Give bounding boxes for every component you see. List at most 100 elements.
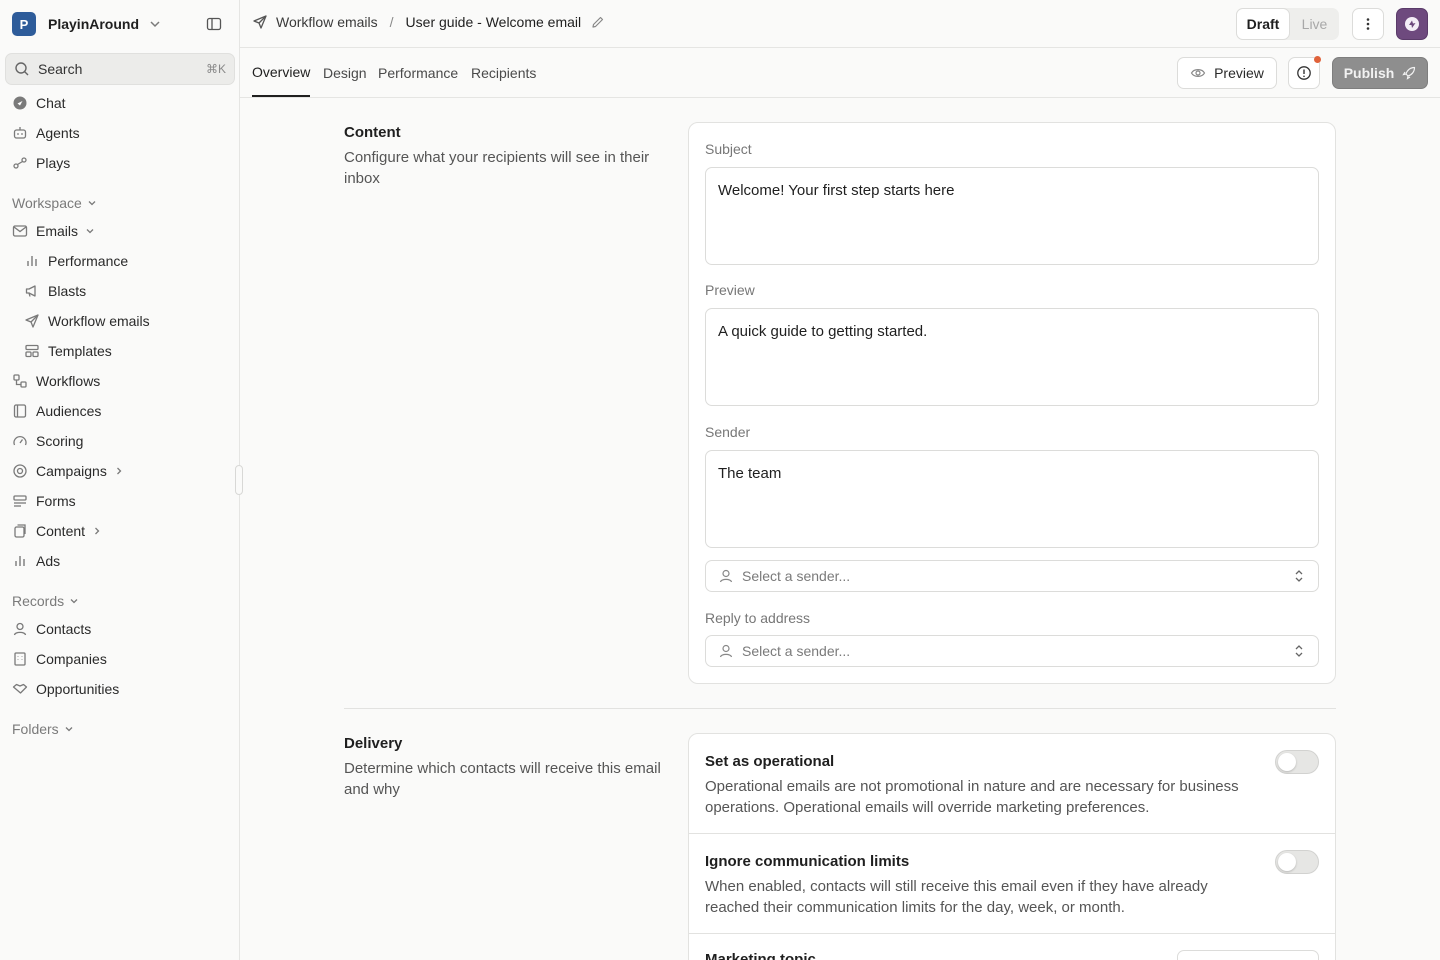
- search-icon: [14, 61, 30, 77]
- publish-button[interactable]: Publish: [1332, 57, 1428, 89]
- sidebar-item-audiences[interactable]: Audiences: [12, 399, 101, 423]
- assistant-button[interactable]: [1396, 8, 1428, 40]
- sidebar-item-label: Performance: [48, 253, 129, 269]
- sidebar-item-emails[interactable]: Emails: [12, 219, 96, 243]
- search-input[interactable]: Search ⌘K: [5, 53, 235, 85]
- tab-bar: Overview Design Performance Recipients P…: [240, 49, 1440, 98]
- tab-performance[interactable]: Performance: [378, 49, 458, 97]
- sidebar-item-companies[interactable]: Companies: [12, 647, 107, 671]
- section-divider: [344, 708, 1336, 709]
- sidebar-item-contacts[interactable]: Contacts: [12, 617, 91, 641]
- breadcrumb: Workflow emails / User guide - Welcome e…: [252, 14, 605, 30]
- search-label: Search: [38, 61, 83, 77]
- mail-icon: [12, 223, 28, 239]
- sidebar-item-label: Opportunities: [36, 681, 120, 697]
- workspace-switcher[interactable]: P PlayinAround: [12, 12, 228, 36]
- bar-chart-icon: [24, 253, 40, 269]
- marketing-topic-select[interactable]: [1177, 950, 1319, 960]
- page-title: User guide - Welcome email: [405, 14, 582, 30]
- preview-label: Preview: [705, 282, 755, 298]
- top-bar: Workflow emails / User guide - Welcome e…: [240, 0, 1440, 48]
- sidebar-item-workflow-emails[interactable]: Workflow emails: [24, 309, 150, 333]
- content-section-description: Configure what your recipients will see …: [344, 149, 650, 187]
- preview-field[interactable]: A quick guide to getting started.: [705, 308, 1319, 406]
- sidebar-item-ads[interactable]: Ads: [12, 549, 60, 573]
- sidebar-item-label: Companies: [36, 651, 107, 667]
- sender-name-field[interactable]: The team: [705, 450, 1319, 548]
- chevron-right-icon: [91, 525, 103, 537]
- tab-overview[interactable]: Overview: [252, 49, 311, 97]
- sidebar-item-label: Contacts: [36, 621, 92, 637]
- template-icon: [24, 343, 40, 359]
- toggle-knob: [1278, 753, 1296, 771]
- alert-circle-icon: [1296, 65, 1312, 81]
- sidebar-item-label: Campaigns: [36, 463, 107, 479]
- sidebar-item-label: Ads: [36, 553, 61, 569]
- chevron-up-down-icon: [1292, 569, 1306, 583]
- section-records[interactable]: Records: [12, 591, 80, 611]
- operational-toggle[interactable]: [1275, 750, 1319, 774]
- user-icon: [718, 568, 734, 584]
- sender-select[interactable]: Select a sender...: [705, 560, 1319, 592]
- delivery-card: Set as operational Operational emails ar…: [688, 733, 1336, 960]
- sidebar-item-label: Plays: [36, 155, 71, 171]
- sidebar-item-templates[interactable]: Templates: [24, 339, 112, 363]
- assistant-chat-icon: [1403, 15, 1421, 33]
- sidebar-item-blasts[interactable]: Blasts: [24, 279, 86, 303]
- delivery-section-description: Determine which contacts will receive th…: [344, 760, 661, 798]
- more-options-button[interactable]: [1352, 8, 1384, 40]
- breadcrumb-parent-link[interactable]: Workflow emails: [276, 14, 378, 30]
- sidebar-resize-handle[interactable]: [235, 465, 243, 495]
- workspace-avatar: P: [12, 12, 36, 36]
- sidebar-item-label: Content: [36, 523, 86, 539]
- form-icon: [12, 493, 28, 509]
- sidebar-item-forms[interactable]: Forms: [12, 489, 76, 513]
- sidebar-item-chat[interactable]: Chat: [12, 91, 66, 115]
- sidebar-item-label: Forms: [36, 493, 76, 509]
- sidebar-item-content[interactable]: Content: [12, 519, 103, 543]
- sidebar-item-label: Workflows: [36, 373, 101, 389]
- search-shortcut: ⌘K: [205, 62, 226, 76]
- sidebar-item-label: Chat: [36, 95, 66, 111]
- rocket-icon: [1402, 66, 1416, 80]
- preview-button[interactable]: Preview: [1177, 57, 1277, 89]
- section-folders[interactable]: Folders: [12, 719, 75, 739]
- chat-icon: [12, 95, 28, 111]
- workspace-name: PlayinAround: [48, 16, 140, 32]
- reply-to-select[interactable]: Select a sender...: [705, 635, 1319, 667]
- operational-option: Set as operational Operational emails ar…: [689, 734, 1335, 834]
- sidebar-item-agents[interactable]: Agents: [12, 121, 80, 145]
- tab-design[interactable]: Design: [323, 49, 367, 97]
- sidebar-item-label: Agents: [36, 125, 80, 141]
- toggle-knob: [1278, 853, 1296, 871]
- breadcrumb-separator: /: [389, 14, 394, 30]
- reply-to-select-placeholder: Select a sender...: [742, 643, 851, 659]
- eye-icon: [1190, 65, 1206, 81]
- chevron-down-icon: [86, 197, 98, 209]
- status-draft-button[interactable]: Draft: [1236, 8, 1290, 40]
- sidebar-item-label: Templates: [48, 343, 112, 359]
- tab-recipients[interactable]: Recipients: [471, 49, 536, 97]
- workflow-icon: [12, 373, 28, 389]
- user-icon: [718, 643, 734, 659]
- subject-field[interactable]: Welcome! Your first step starts here: [705, 167, 1319, 265]
- notification-dot: [1314, 56, 1321, 63]
- sidebar-item-performance[interactable]: Performance: [24, 249, 128, 273]
- sidebar-item-label: Scoring: [36, 433, 84, 449]
- sidebar-toggle-icon[interactable]: [204, 14, 224, 34]
- status-live-button[interactable]: Live: [1290, 8, 1339, 40]
- handshake-icon: [12, 681, 28, 697]
- section-label: Workspace: [12, 195, 82, 211]
- sidebar-item-plays[interactable]: Plays: [12, 151, 70, 175]
- sidebar-item-campaigns[interactable]: Campaigns: [12, 459, 125, 483]
- issues-button[interactable]: [1288, 56, 1321, 89]
- chevron-down-icon: [84, 225, 96, 237]
- section-workspace[interactable]: Workspace: [12, 193, 98, 213]
- campaign-icon: [12, 463, 28, 479]
- pencil-icon[interactable]: [591, 15, 605, 29]
- communication-limits-toggle[interactable]: [1275, 850, 1319, 874]
- sidebar-item-workflows[interactable]: Workflows: [12, 369, 100, 393]
- sidebar-item-scoring[interactable]: Scoring: [12, 429, 83, 453]
- robot-icon: [12, 125, 28, 141]
- sidebar-item-opportunities[interactable]: Opportunities: [12, 677, 119, 701]
